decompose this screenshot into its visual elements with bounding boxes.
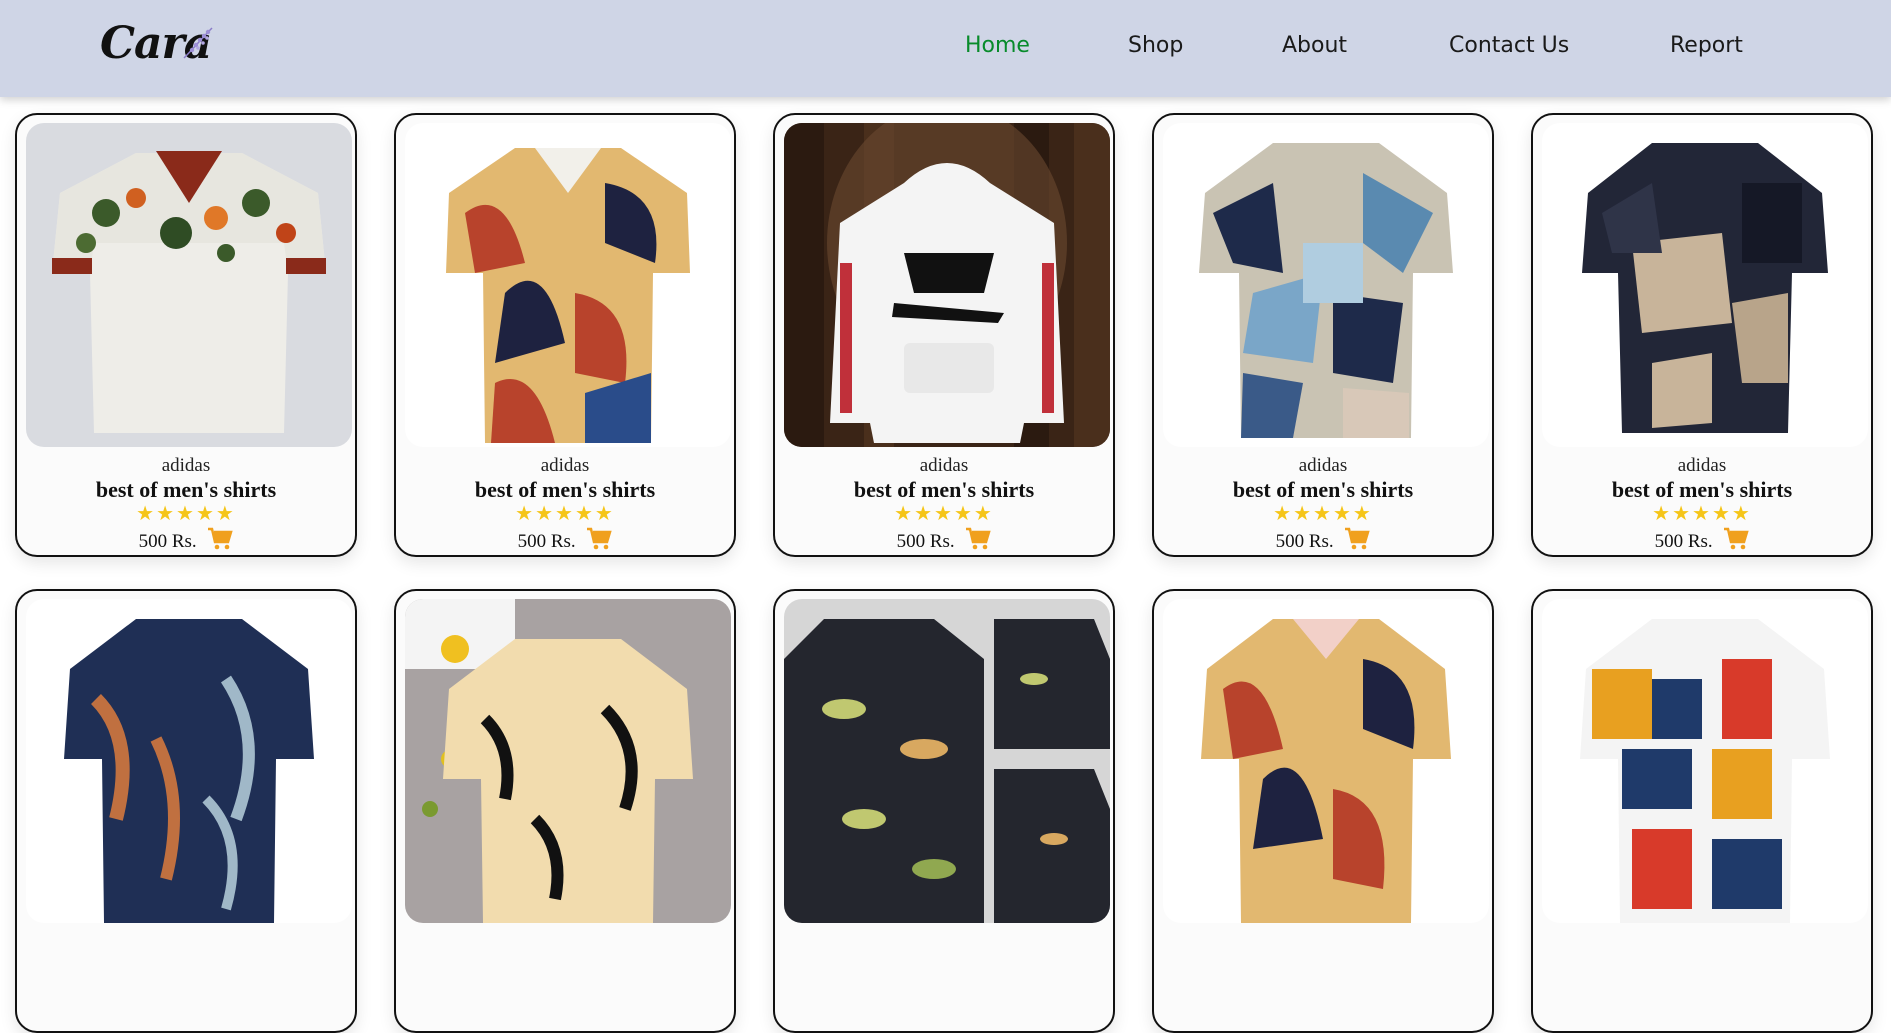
rating-stars: ★★★★★ [1652,501,1752,525]
product-card[interactable] [394,589,736,1033]
product-image[interactable] [1163,599,1489,923]
product-image[interactable] [1163,123,1489,447]
product-card[interactable]: adidas best of men's shirts ★★★★★ 500 Rs… [773,113,1115,557]
product-card[interactable] [773,589,1115,1033]
price-row: 500 Rs. [396,527,734,553]
site-header: Cara Home Shop About Contact Us Report [0,0,1891,97]
rating-stars: ★★★★★ [515,501,615,525]
product-brand: adidas [161,455,211,476]
rating-stars: ★★★★★ [1273,501,1373,525]
nav-shop[interactable]: Shop [1128,33,1183,58]
product-brand: adidas [1677,455,1727,476]
price-row: 500 Rs. [1154,527,1492,553]
product-card[interactable] [1152,589,1494,1033]
price-row: 500 Rs. [775,527,1113,553]
product-name: best of men's shirts [1232,477,1414,502]
cart-icon[interactable] [207,527,234,551]
product-card[interactable]: adidas best of men's shirts ★★★★★ 500 Rs… [1152,113,1494,557]
product-price: 500 Rs. [138,531,197,552]
product-card[interactable] [15,589,357,1033]
cart-icon[interactable] [586,527,613,551]
product-brand: adidas [919,455,969,476]
product-name: best of men's shirts [853,477,1035,502]
product-image[interactable] [26,123,352,447]
product-price: 500 Rs. [896,531,955,552]
nav-about[interactable]: About [1282,33,1347,58]
product-image[interactable] [784,123,1110,447]
cart-icon[interactable] [1723,527,1750,551]
cart-icon[interactable] [965,527,992,551]
product-card[interactable]: adidas best of men's shirts ★★★★★ 500 Rs… [394,113,736,557]
cart-icon[interactable] [1344,527,1371,551]
rating-stars: ★★★★★ [136,501,236,525]
product-card[interactable]: adidas best of men's shirts ★★★★★ 500 Rs… [15,113,357,557]
product-image[interactable] [26,599,352,923]
product-image[interactable] [405,123,731,447]
product-price: 500 Rs. [1275,531,1334,552]
product-image[interactable] [405,599,731,923]
product-name: best of men's shirts [474,477,656,502]
nav-home[interactable]: Home [965,33,1030,58]
product-brand: adidas [540,455,590,476]
nav-report[interactable]: Report [1670,33,1743,58]
product-grid: adidas best of men's shirts ★★★★★ 500 Rs… [0,0,1891,1033]
rating-stars: ★★★★★ [894,501,994,525]
product-price: 500 Rs. [517,531,576,552]
product-price: 500 Rs. [1654,531,1713,552]
product-name: best of men's shirts [1611,477,1793,502]
price-row: 500 Rs. [1533,527,1871,553]
product-card[interactable]: adidas best of men's shirts ★★★★★ 500 Rs… [1531,113,1873,557]
product-image[interactable] [1542,599,1868,923]
product-image[interactable] [784,599,1110,923]
price-row: 500 Rs. [17,527,355,553]
nav-contact-us[interactable]: Contact Us [1449,33,1569,58]
main-nav: Home Shop About Contact Us Report [0,33,1891,63]
product-card[interactable] [1531,589,1873,1033]
product-brand: adidas [1298,455,1348,476]
product-name: best of men's shirts [95,477,277,502]
product-image[interactable] [1542,123,1868,447]
